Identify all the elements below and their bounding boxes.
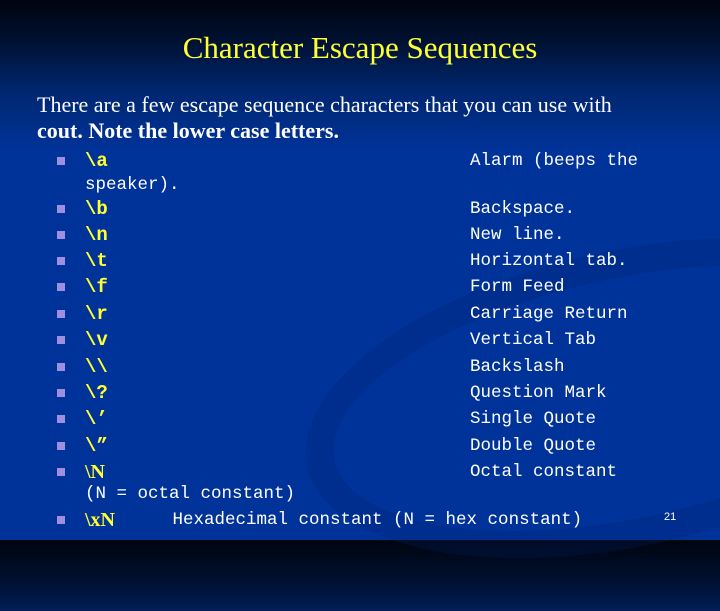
escape-description: Form Feed xyxy=(470,277,565,297)
escape-description: Single Quote xyxy=(470,409,597,429)
bullet-icon xyxy=(57,363,65,371)
page-number: 21 xyxy=(664,511,677,523)
bullet-icon xyxy=(57,310,65,318)
escape-code: \’ xyxy=(85,408,108,430)
escape-code: \f xyxy=(85,276,108,298)
bullet-icon xyxy=(57,415,65,423)
bullet-icon xyxy=(57,389,65,397)
intro-text: There are a few escape sequence characte… xyxy=(37,92,697,144)
escape-code: \b xyxy=(85,198,108,220)
escape-code: \t xyxy=(85,250,108,272)
intro-line-2: cout. Note the lower case letters. xyxy=(37,118,339,143)
escape-description: Octal constant xyxy=(470,462,618,482)
escape-description: Carriage Return xyxy=(470,304,628,324)
escape-code: \n xyxy=(85,224,108,246)
escape-code: \” xyxy=(85,435,108,457)
bullet-icon xyxy=(57,157,65,165)
bullet-icon xyxy=(57,442,65,450)
escape-code: \a xyxy=(85,150,108,172)
bullet-icon xyxy=(57,468,65,476)
escape-description: Vertical Tab xyxy=(470,330,597,350)
escape-continuation: speaker). xyxy=(85,175,180,195)
slide-title: Character Escape Sequences xyxy=(182,30,538,65)
escape-description: New line. xyxy=(470,225,565,245)
escape-continuation: (N = octal constant) xyxy=(85,484,296,504)
bullet-icon xyxy=(57,257,65,265)
escape-description: Hexadecimal constant (N = hex constant) xyxy=(120,510,583,530)
escape-description: Backspace. xyxy=(470,199,576,219)
escape-code: \\ xyxy=(85,356,108,378)
escape-code: \xN xyxy=(85,509,115,531)
bullet-icon xyxy=(57,205,65,213)
escape-code: \N xyxy=(85,461,105,483)
escape-description: Double Quote xyxy=(470,436,597,456)
escape-description: Question Mark xyxy=(470,383,607,403)
escape-code: \r xyxy=(85,303,108,325)
bullet-icon xyxy=(57,283,65,291)
intro-line-1: There are a few escape sequence characte… xyxy=(37,92,612,117)
escape-description: Backslash xyxy=(470,357,565,377)
bullet-icon xyxy=(57,336,65,344)
escape-code: \v xyxy=(85,329,108,351)
escape-description: Horizontal tab. xyxy=(470,251,628,271)
escape-description: Alarm (beeps the xyxy=(470,151,639,171)
bullet-icon xyxy=(57,516,65,524)
bullet-icon xyxy=(57,231,65,239)
escape-code: \? xyxy=(85,382,108,404)
